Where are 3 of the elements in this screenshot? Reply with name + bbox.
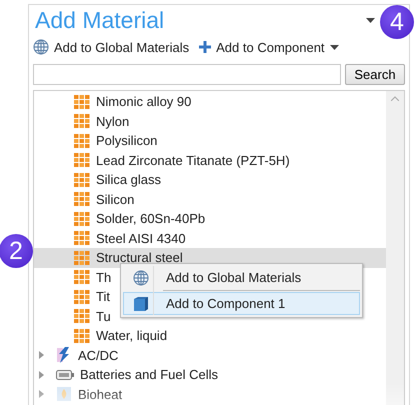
panel-title: Add Material <box>34 7 166 34</box>
callout-badge: 4 <box>380 5 414 39</box>
callout-badge: 2 <box>0 234 33 268</box>
